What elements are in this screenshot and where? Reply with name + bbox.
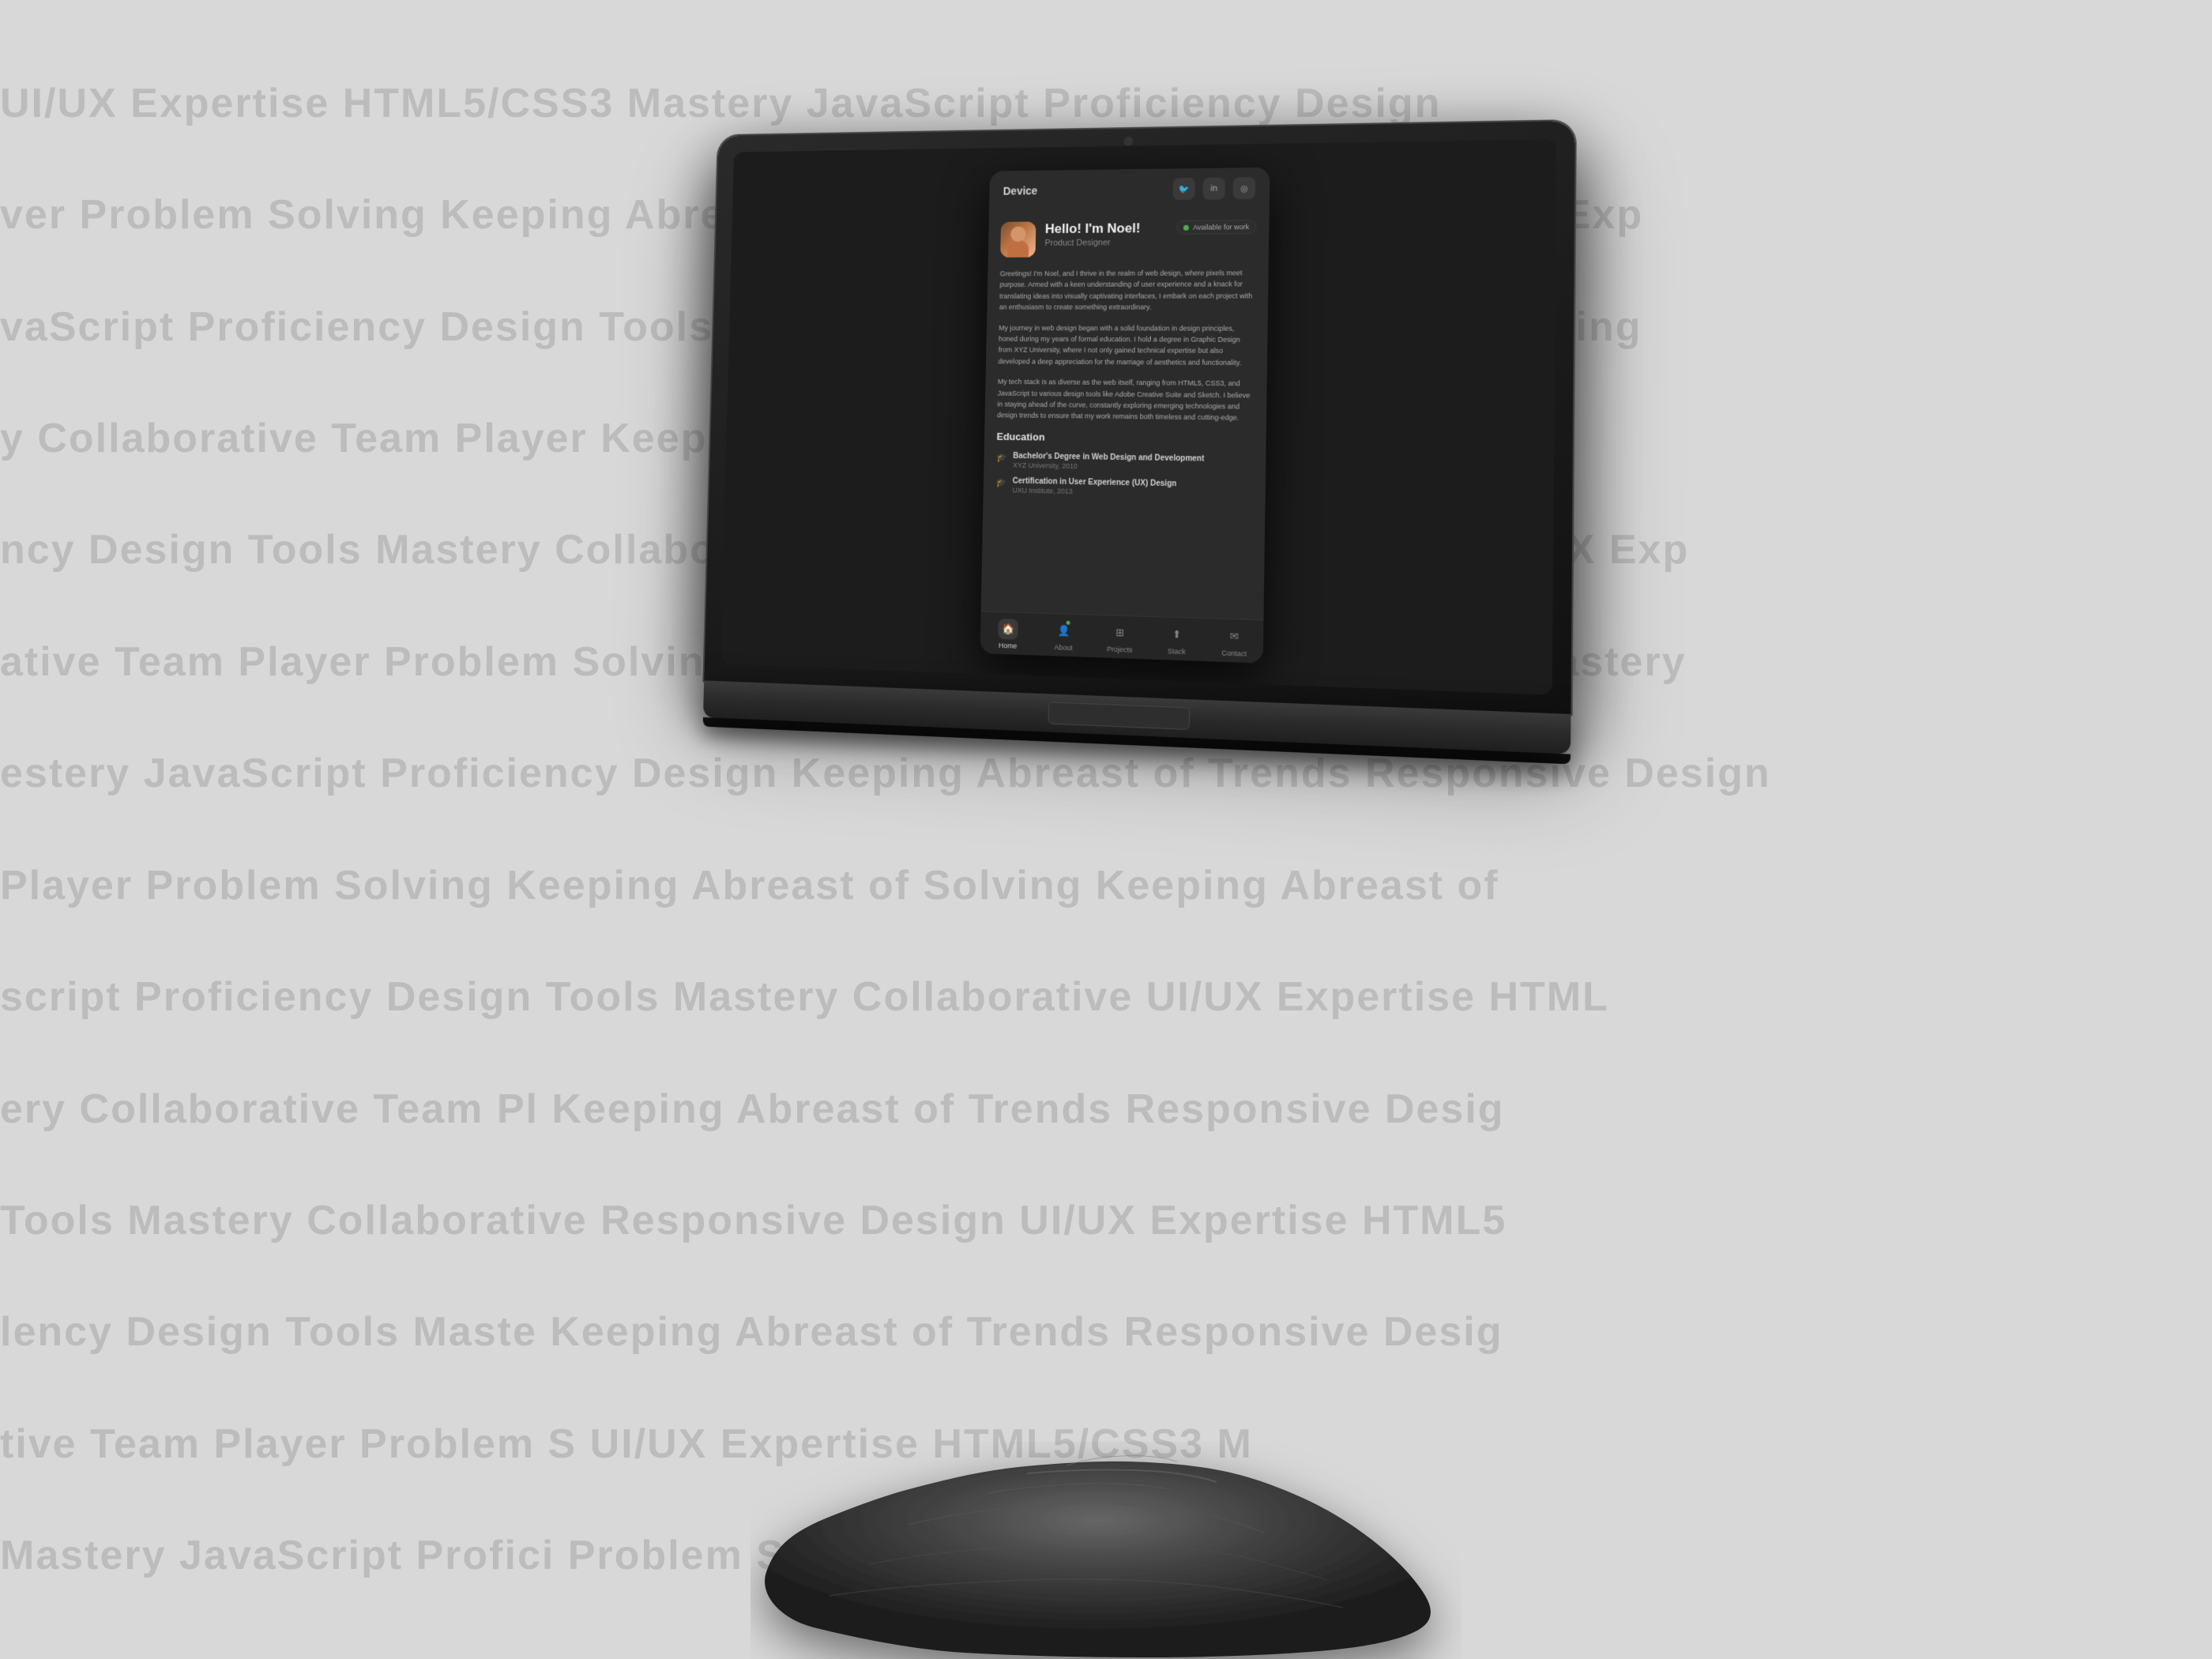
instagram-button[interactable]: ◎ (1233, 177, 1256, 199)
home-icon: 🏠 (998, 619, 1018, 640)
twitter-button[interactable]: 🐦 (1173, 178, 1195, 200)
nav-label-stack: Stack (1168, 647, 1186, 656)
education-icon-2: 🎓 (995, 477, 1006, 488)
stack-icon: ⬆ (1166, 624, 1187, 645)
bio-paragraph-1: Greetings! I'm Noel, and I thrive in the… (999, 267, 1256, 313)
nav-item-contact[interactable]: ✉ Contact (1206, 625, 1264, 658)
twitter-icon: 🐦 (1179, 184, 1190, 194)
instagram-icon: ◎ (1240, 183, 1248, 194)
nav-label-about: About (1054, 643, 1072, 652)
nav-item-projects[interactable]: ⊞ Projects (1091, 622, 1148, 655)
education-section: Education 🎓 Bachelor's Degree in Web Des… (995, 431, 1253, 498)
bg-watermark-row: ery Collaborative Team Pl Keeping Abreas… (0, 1085, 2212, 1133)
education-item-1: 🎓 Bachelor's Degree in Web Design and De… (996, 451, 1253, 472)
nav-item-about[interactable]: 👤 About (1036, 620, 1093, 653)
laptop-screen: Device 🐦 in ◎ (720, 139, 1556, 695)
nav-label-home: Home (999, 641, 1018, 650)
rock-base (750, 1406, 1462, 1659)
bg-watermark-row: lency Design Tools Maste Keeping Abreast… (0, 1308, 2212, 1356)
nav-item-home[interactable]: 🏠 Home (980, 618, 1036, 650)
bg-watermark-row: script Proficiency Design Tools Mastery … (0, 973, 2212, 1021)
laptop-screen-bezel: Device 🐦 in ◎ (704, 121, 1574, 714)
education-text-1: Bachelor's Degree in Web Design and Deve… (1013, 452, 1253, 473)
bg-watermark-row: UI/UX Expertise HTML5/CSS3 Mastery JavaS… (0, 80, 2212, 127)
about-nav-dot (1066, 621, 1070, 625)
education-text-2: Certification in User Experience (UX) De… (1012, 476, 1252, 498)
education-icon-1: 🎓 (996, 452, 1007, 463)
laptop-mockup: Device 🐦 in ◎ (703, 121, 1575, 764)
bio-paragraph-2: My journey in web design began with a so… (998, 322, 1255, 369)
avatar (1000, 221, 1036, 257)
about-icon: 👤 (1053, 620, 1074, 641)
profile-header: Hello! I'm Noel! Product Designer Availa… (1000, 220, 1256, 258)
available-dot (1183, 224, 1189, 230)
linkedin-button[interactable]: in (1202, 178, 1224, 200)
avatar-image (1000, 221, 1036, 257)
window-titlebar: Device 🐦 in ◎ (989, 167, 1270, 212)
available-text: Available for work (1193, 223, 1249, 231)
window-content[interactable]: Hello! I'm Noel! Product Designer Availa… (981, 209, 1270, 619)
profile-role: Product Designer (1044, 237, 1256, 248)
nav-item-stack[interactable]: ⬆ Stack (1148, 623, 1206, 656)
window-controls: 🐦 in ◎ (1173, 177, 1256, 200)
bg-watermark-row: estery JavaScript Proficiency Design Kee… (0, 750, 2212, 797)
laptop-body: Device 🐦 in ◎ (703, 121, 1575, 764)
bg-watermark-row: Tools Mastery Collaborative Responsive D… (0, 1197, 2212, 1244)
app-window: Device 🐦 in ◎ (980, 167, 1270, 664)
education-item-2: 🎓 Certification in User Experience (UX) … (995, 476, 1253, 498)
education-title: Education (996, 431, 1253, 446)
bg-watermark-row: Player Problem Solving Keeping Abreast o… (0, 862, 2212, 909)
linkedin-icon: in (1210, 184, 1217, 194)
camera-notch (1123, 137, 1133, 146)
bottom-navigation: 🏠 Home 👤 About ⊞ Projects (980, 611, 1264, 663)
window-title: Device (1003, 184, 1038, 197)
app-screen: Device 🐦 in ◎ (720, 139, 1556, 695)
nav-label-contact: Contact (1221, 649, 1247, 657)
contact-icon: ✉ (1224, 626, 1245, 647)
bio-paragraph-3: My tech stack is as diverse as the web i… (997, 376, 1255, 423)
nav-label-projects: Projects (1107, 645, 1133, 654)
laptop-trackpad (1048, 702, 1191, 730)
projects-icon: ⊞ (1110, 622, 1130, 643)
available-badge: Available for work (1176, 220, 1256, 235)
